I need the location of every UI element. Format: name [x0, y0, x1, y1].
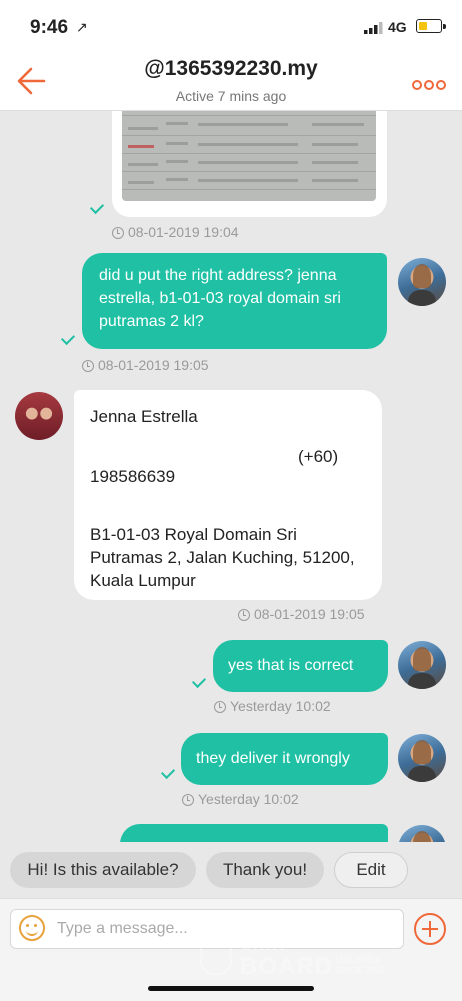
smiley-icon[interactable] — [19, 915, 45, 941]
home-indicator[interactable] — [148, 986, 314, 991]
address-phone-code: (+60) — [298, 447, 339, 466]
quick-reply-available[interactable]: Hi! Is this available? — [10, 852, 196, 888]
active-status: Active 7 mins ago — [175, 88, 287, 104]
avatar[interactable] — [398, 641, 446, 689]
image-message[interactable] — [112, 111, 387, 217]
location-arrow-icon: ↗ — [76, 19, 88, 35]
watermark: CHAT BOARD MALAYSIA SINCE 2019 — [200, 935, 430, 985]
message-timestamp: Yesterday 10:02 — [214, 698, 331, 714]
network-label: 4G — [388, 19, 407, 35]
message-list[interactable]: 08-01-2019 19:04 did u put the right add… — [0, 111, 462, 842]
quick-replies-bar: Hi! Is this available? Thank you! Edit — [0, 842, 462, 898]
address-phone: 198586639 — [90, 467, 176, 486]
avatar[interactable] — [398, 258, 446, 306]
outgoing-message[interactable]: did u put the right address? jenna estre… — [82, 253, 387, 349]
message-timestamp: 08-01-2019 19:04 — [112, 224, 239, 240]
quick-reply-thank-you[interactable]: Thank you! — [206, 852, 324, 888]
watermark-line1: CHAT — [240, 937, 289, 954]
avatar[interactable] — [398, 734, 446, 782]
chat-header: @1365392230.my Active 7 mins ago — [0, 50, 462, 111]
status-time: 9:46 — [30, 17, 69, 38]
watermark-small: MALAYSIA SINCE 2019 — [335, 955, 386, 975]
check-icon — [160, 764, 176, 780]
outgoing-message[interactable]: they deliver it wrongly — [181, 733, 388, 785]
avatar[interactable] — [398, 825, 446, 842]
more-dots-icon[interactable] — [412, 77, 448, 95]
chat-title: @1365392230.my — [144, 57, 318, 80]
clock-icon — [238, 609, 250, 621]
message-input-placeholder: Type a message... — [57, 920, 188, 937]
check-icon — [89, 199, 105, 215]
message-timestamp: 08-01-2019 19:05 — [238, 606, 365, 622]
status-bar: 9:46 ↗ 4G — [0, 0, 462, 50]
watermark-shield-icon — [200, 939, 232, 975]
message-text: did u put the right address? jenna estre… — [99, 267, 341, 330]
check-icon — [191, 673, 207, 689]
address-text: B1-01-03 Royal Domain Sri Putramas 2, Ja… — [90, 525, 355, 590]
message-text: yes that is correct — [228, 657, 354, 674]
incoming-message[interactable]: Jenna Estrella (+60) 198586639 B1-01-03 … — [74, 390, 382, 600]
shipment-tracking-photo — [122, 111, 376, 201]
clock-icon — [182, 794, 194, 806]
message-text: they deliver it wrongly — [196, 750, 350, 767]
outgoing-message[interactable]: yes that is correct — [213, 640, 388, 692]
outgoing-message-partial[interactable] — [120, 824, 388, 842]
clock-icon — [214, 701, 226, 713]
message-timestamp: 08-01-2019 19:05 — [82, 357, 209, 373]
edit-quick-replies-button[interactable]: Edit — [334, 852, 408, 888]
signal-icon — [364, 22, 383, 34]
clock-icon — [112, 227, 124, 239]
clock-icon — [82, 360, 94, 372]
battery-icon — [416, 19, 446, 33]
avatar[interactable] — [15, 392, 63, 440]
message-timestamp: Yesterday 10:02 — [182, 791, 299, 807]
address-name: Jenna Estrella — [90, 407, 198, 426]
check-icon — [60, 330, 76, 346]
watermark-line2: BOARD — [240, 953, 333, 980]
